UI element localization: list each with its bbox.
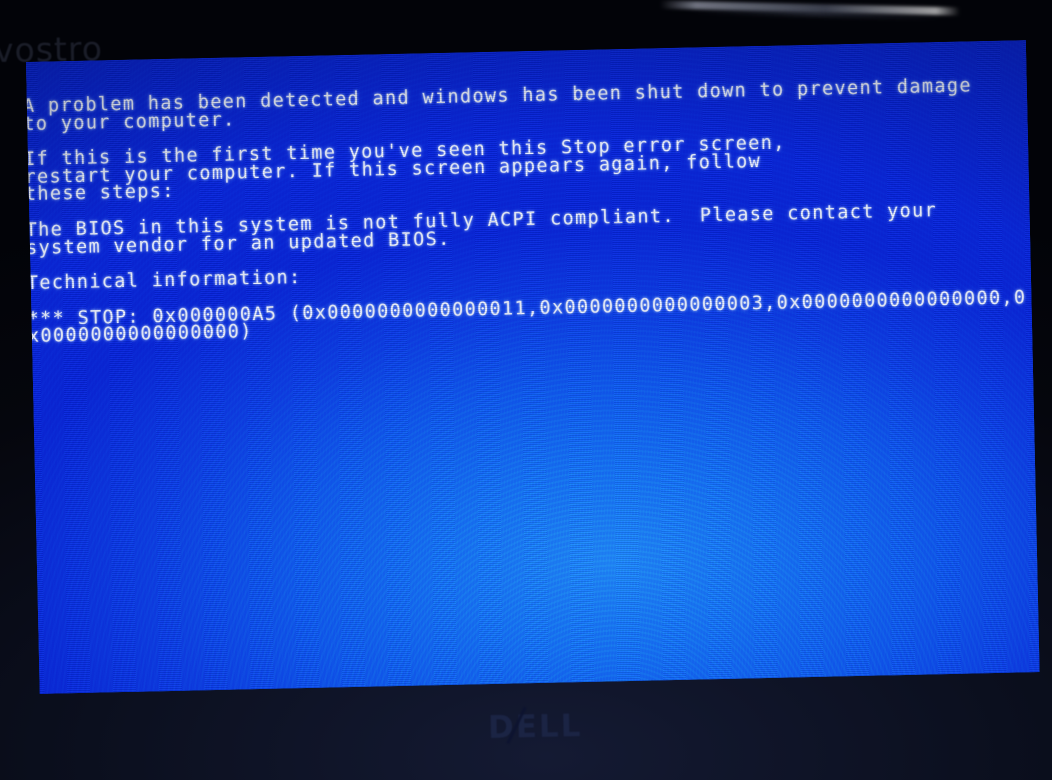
first-time-paragraph: If this is the first time you've seen th… — [26, 128, 1040, 206]
dell-logo: DELL — [487, 706, 583, 746]
bsod-line: Technical information: — [26, 267, 302, 295]
technical-information-heading: Technical information: — [26, 252, 1040, 295]
bsod-message-text: A problem has been detected and windows … — [26, 75, 1040, 347]
intro-paragraph: A problem has been detected and windows … — [26, 75, 1040, 134]
bsod-screen: A problem has been detected and windows … — [26, 40, 1040, 694]
laptop-screen-photo: vostro DELL A problem has been detected … — [0, 0, 1052, 780]
dell-logo-text: DELL — [487, 708, 583, 746]
bios-acpi-paragraph: The BIOS in this system is not fully ACP… — [26, 199, 1040, 258]
stop-code-paragraph: *** STOP: 0x000000A5 (0x0000000000000011… — [27, 287, 1039, 347]
lcd-screen: A problem has been detected and windows … — [26, 40, 1040, 694]
